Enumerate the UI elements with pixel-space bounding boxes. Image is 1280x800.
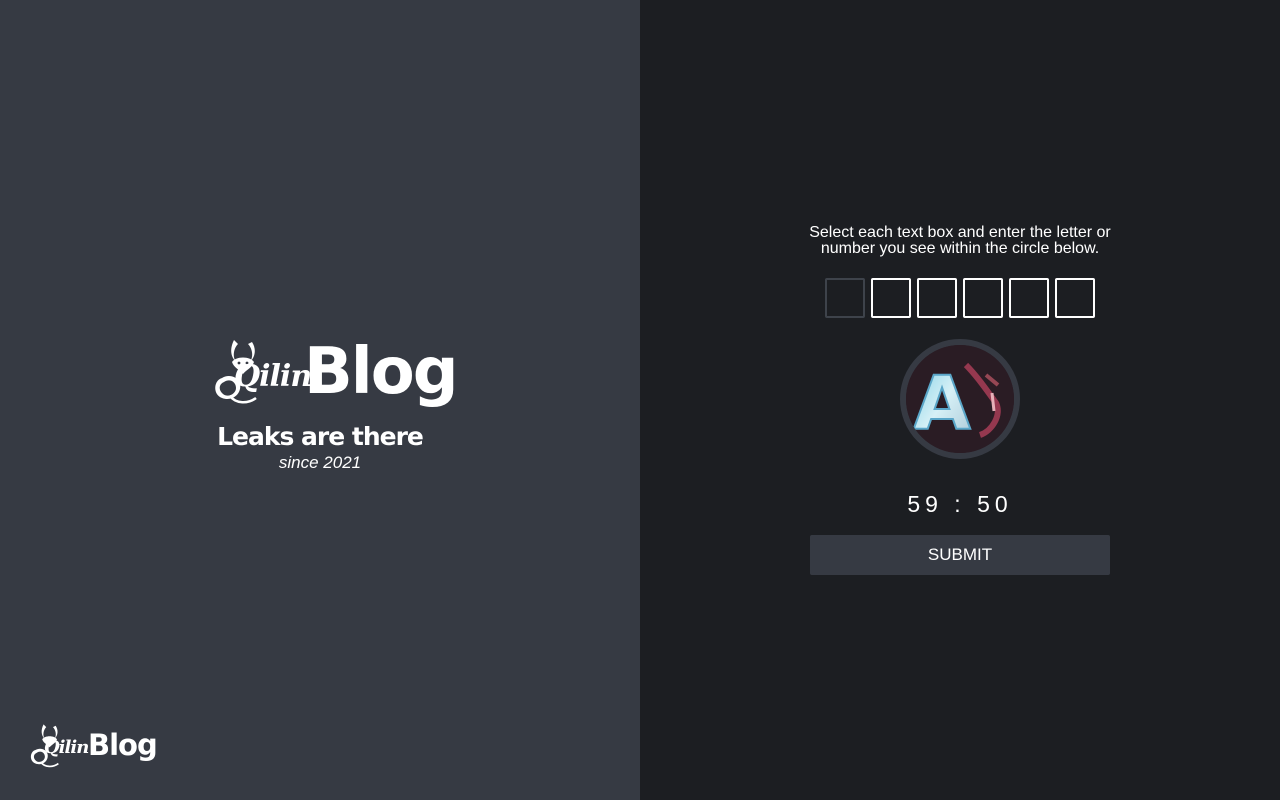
brand-panel: Qilin Blog Leaks are there since 2021 Qi…	[0, 0, 640, 800]
captcha-glyph: A	[913, 361, 970, 447]
countdown-timer: 59 : 50	[907, 491, 1013, 517]
footer-brand[interactable]: Qilin Blog	[26, 720, 158, 770]
captcha-input-1[interactable]	[825, 278, 865, 318]
captcha-glyph-image: A	[906, 345, 1014, 453]
captcha-input-6[interactable]	[1055, 278, 1095, 318]
captcha-input-5[interactable]	[1009, 278, 1049, 318]
captcha-input-4[interactable]	[963, 278, 1003, 318]
captcha-input-3[interactable]	[917, 278, 957, 318]
hero-brand: Qilin Blog	[208, 334, 458, 410]
since-text: since 2021	[278, 453, 362, 472]
footer-logo-script: Qilin	[44, 737, 89, 758]
submit-button[interactable]: SUBMIT	[810, 535, 1110, 575]
captcha-input-2[interactable]	[871, 278, 911, 318]
footer-title: Blog	[88, 728, 158, 762]
captcha-instructions: Select each text box and enter the lette…	[809, 224, 1111, 257]
hero-title: Blog	[304, 335, 458, 409]
hero-logo-script: Qilin	[234, 359, 312, 394]
tagline: Leaks are there	[217, 422, 424, 451]
captcha-image: A	[900, 339, 1020, 459]
